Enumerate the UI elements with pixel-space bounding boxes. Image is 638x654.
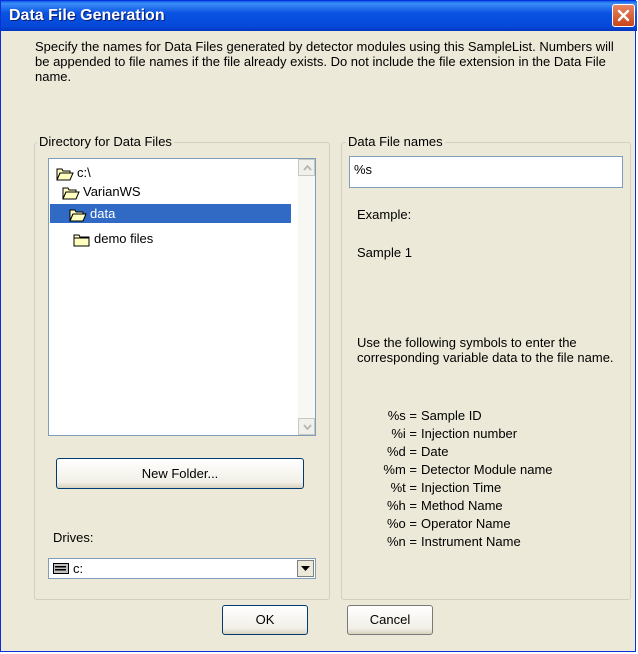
symbol-key: %n = <box>387 534 417 549</box>
symbols-instructions: Use the following symbols to enter the c… <box>357 335 614 365</box>
chevron-up-icon <box>303 165 312 171</box>
symbol-desc: Method Name <box>421 498 503 513</box>
dir-item-varianws[interactable]: VarianWS <box>62 182 141 201</box>
symbol-key: %o = <box>387 516 417 531</box>
folder-icon <box>73 234 90 247</box>
directory-scrollbar[interactable] <box>298 159 315 435</box>
symbol-desc: Detector Module name <box>421 462 553 477</box>
data-file-names-label: Data File names <box>346 134 445 150</box>
symbol-key: %t = <box>390 480 417 495</box>
drives-label: Drives: <box>53 530 94 545</box>
drive-icon <box>53 563 69 574</box>
symbol-key: %h = <box>387 498 417 513</box>
symbol-desc: Sample ID <box>421 408 482 423</box>
symbol-key: %m = <box>383 462 417 477</box>
description-text: Specify the names for Data Files generat… <box>35 39 614 84</box>
close-icon <box>617 9 630 22</box>
open-folder-icon <box>69 209 87 222</box>
symbol-desc: Operator Name <box>421 516 511 531</box>
dir-item-label: data <box>90 206 116 221</box>
symbol-key: %s = <box>387 408 417 423</box>
directory-list[interactable]: c:\ VarianWS data demo files <box>48 158 316 436</box>
symbol-key: %i = <box>391 426 417 441</box>
dir-item-demo-files[interactable]: demo files <box>73 229 153 248</box>
symbol-desc: Instrument Name <box>421 534 521 549</box>
dir-item-data[interactable]: data <box>50 204 291 223</box>
close-button[interactable] <box>612 4 635 27</box>
chevron-down-icon <box>303 424 312 430</box>
scroll-down-button[interactable] <box>298 418 315 435</box>
dialog-window: Data File Generation Specify the names f… <box>0 0 637 652</box>
cancel-button[interactable]: Cancel <box>347 605 433 635</box>
new-folder-button[interactable]: New Folder... <box>56 458 304 489</box>
scroll-up-button[interactable] <box>298 159 315 176</box>
directory-group-label: Directory for Data Files <box>37 134 174 150</box>
example-value: Sample 1 <box>357 245 412 260</box>
symbol-key: %d = <box>387 444 417 459</box>
open-folder-icon <box>62 187 80 200</box>
title-bar[interactable]: Data File Generation <box>1 1 637 31</box>
symbol-desc: Injection Time <box>421 480 502 495</box>
open-folder-icon <box>56 168 74 181</box>
symbols-list: %s = Sample ID %i = Injection number %d … <box>361 407 621 557</box>
dir-item-label: demo files <box>94 231 154 246</box>
dropdown-arrow-icon <box>301 566 310 571</box>
example-label: Example: <box>357 207 412 222</box>
symbol-desc: Injection number <box>421 426 518 441</box>
dir-item-label: VarianWS <box>83 184 141 199</box>
data-file-name-input[interactable]: %s <box>349 156 623 188</box>
drives-value: c: <box>73 561 84 576</box>
dir-item-label: c:\ <box>77 165 91 180</box>
drives-dropdown-button[interactable] <box>297 560 314 577</box>
drives-select[interactable]: c: <box>48 558 316 579</box>
symbol-desc: Date <box>421 444 449 459</box>
dir-item-root[interactable]: c:\ <box>56 163 91 182</box>
window-title: Data File Generation <box>9 7 165 24</box>
ok-button[interactable]: OK <box>222 605 308 635</box>
